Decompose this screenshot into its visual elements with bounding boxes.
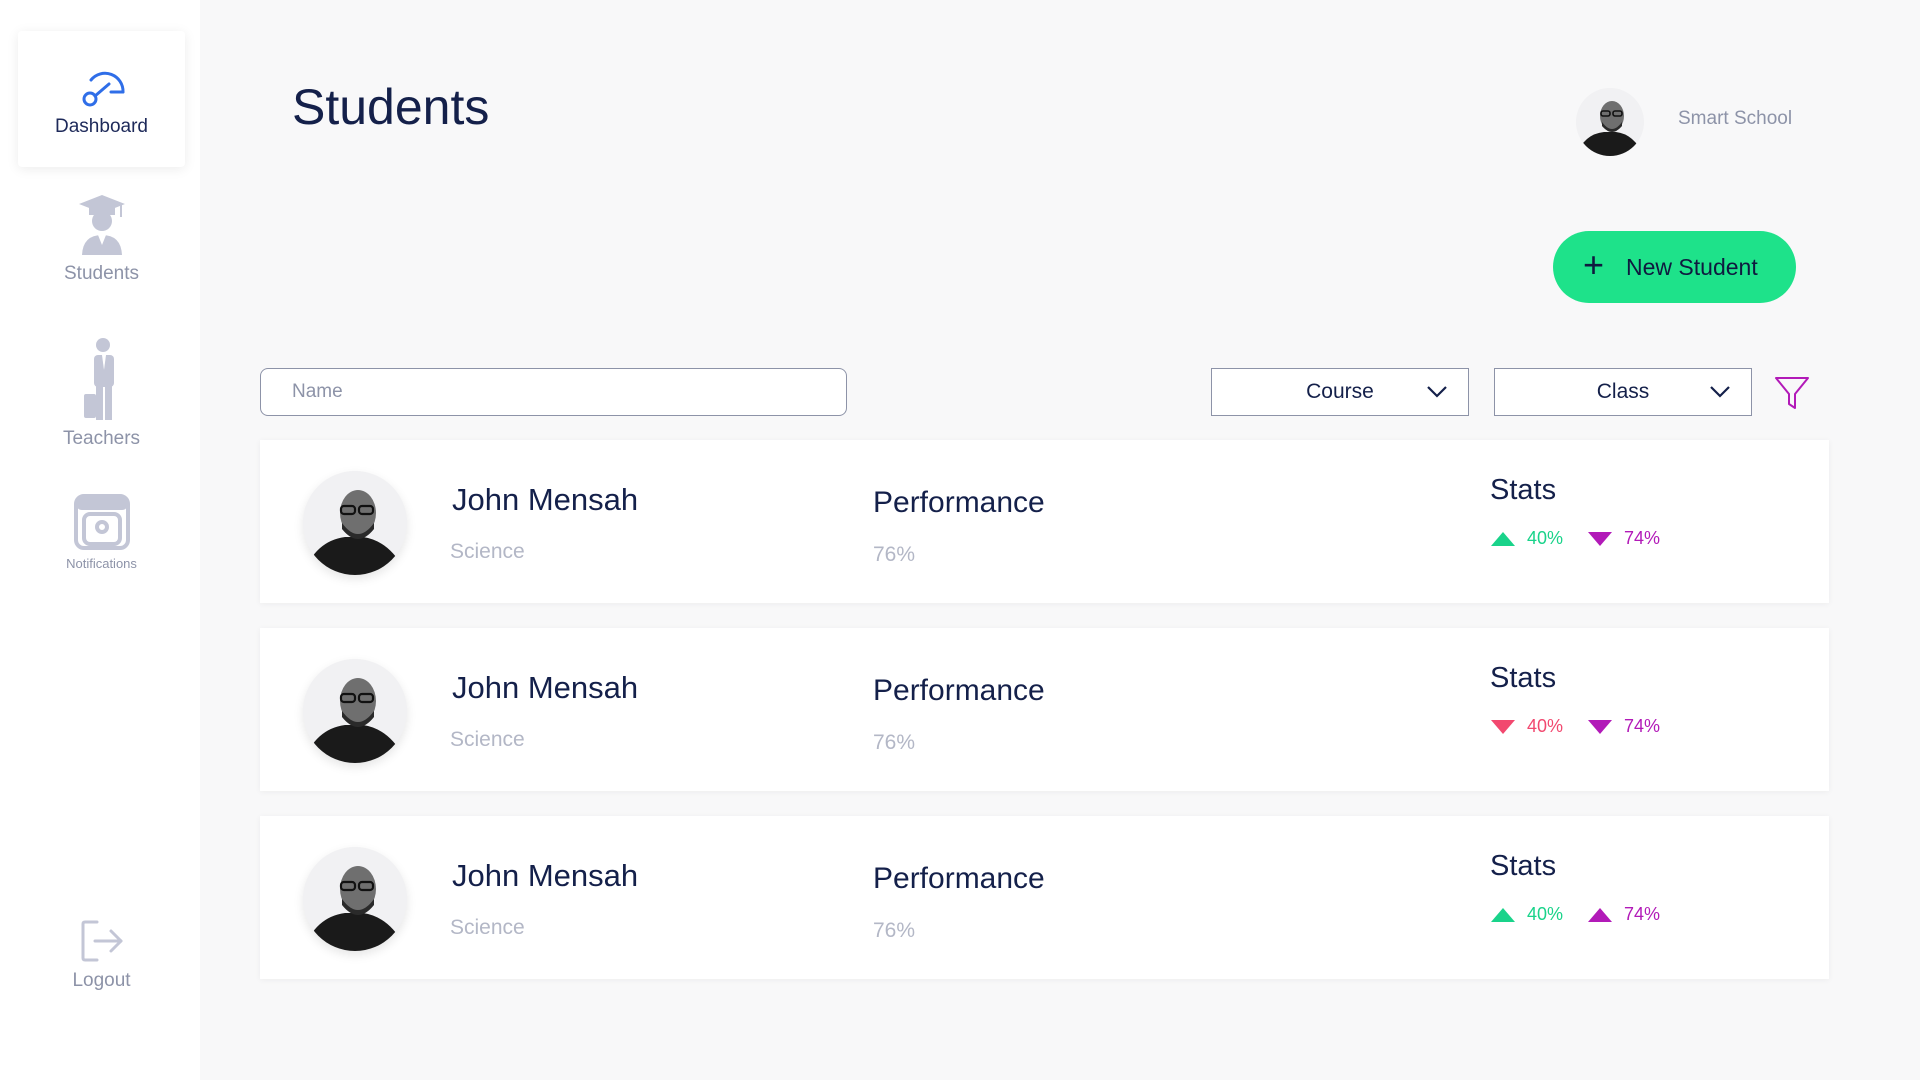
performance-value: 76%	[873, 543, 916, 566]
student-card[interactable]: John Mensah Science Performance 76% Stat…	[260, 440, 1829, 603]
school-name: Smart School	[1678, 108, 1793, 129]
student-course: Science	[450, 916, 525, 939]
student-card[interactable]: John Mensah Science Performance 76% Stat…	[260, 816, 1829, 979]
student-card[interactable]: John Mensah Science Performance 76% Stat…	[260, 628, 1829, 791]
triangle-up-icon	[1588, 907, 1612, 922]
stat-item: 40%	[1491, 716, 1563, 737]
user-avatar-icon	[303, 659, 407, 763]
sidebar-item-label: Teachers	[62, 428, 141, 449]
stats-label: Stats	[1490, 474, 1557, 506]
logout-button[interactable]: Logout	[18, 918, 185, 1018]
stats-label: Stats	[1490, 850, 1557, 882]
chevron-down-icon	[1710, 386, 1730, 398]
sidebar: Dashboard Students Teachers Notification…	[0, 0, 200, 1080]
performance-value: 76%	[873, 731, 916, 754]
stat-value: 40%	[1527, 904, 1564, 924]
filter-icon[interactable]	[1774, 375, 1810, 411]
sidebar-item-label: Students	[64, 263, 139, 284]
dashboard-gauge-icon	[82, 71, 125, 107]
chevron-down-icon	[1427, 386, 1447, 398]
stat-value: 40%	[1527, 716, 1564, 736]
user-avatar-icon	[1576, 88, 1644, 156]
teacher-icon	[83, 338, 114, 420]
triangle-down-icon	[1588, 719, 1612, 734]
sidebar-item-dashboard[interactable]: Dashboard	[18, 31, 185, 167]
stat-item: 74%	[1588, 528, 1660, 549]
graduate-student-icon	[78, 195, 125, 255]
class-select[interactable]: Class	[1494, 368, 1752, 416]
stat-item: 74%	[1588, 904, 1660, 925]
sidebar-item-label: Notifications	[66, 556, 137, 571]
notification-icon	[73, 494, 130, 550]
avatar[interactable]	[1576, 88, 1644, 156]
performance-label: Performance	[873, 674, 1045, 707]
logout-icon	[81, 920, 122, 962]
performance-label: Performance	[873, 486, 1045, 519]
user-avatar-icon	[303, 471, 407, 575]
triangle-up-icon	[1491, 531, 1515, 546]
triangle-down-icon	[1491, 719, 1515, 734]
sidebar-item-label: Dashboard	[55, 116, 148, 137]
sidebar-item-notifications[interactable]: Notifications	[18, 492, 185, 582]
stat-item: 40%	[1491, 528, 1563, 549]
new-student-label: New Student	[1626, 253, 1758, 280]
student-name: John Mensah	[452, 670, 639, 705]
triangle-up-icon	[1491, 907, 1515, 922]
user-avatar-icon	[303, 847, 407, 951]
class-select-label: Class	[1596, 380, 1650, 403]
performance-label: Performance	[873, 862, 1045, 895]
page-title: Students	[292, 79, 490, 135]
plus-icon: +	[1583, 244, 1605, 285]
student-course: Science	[450, 728, 525, 751]
avatar	[303, 847, 407, 951]
stat-value: 74%	[1624, 716, 1661, 736]
avatar	[303, 471, 407, 575]
student-name: John Mensah	[452, 482, 639, 517]
stat-value: 40%	[1527, 528, 1564, 548]
course-select-label: Course	[1306, 380, 1374, 403]
sidebar-item-teachers[interactable]: Teachers	[18, 338, 185, 453]
triangle-down-icon	[1588, 531, 1612, 546]
logout-label: Logout	[72, 970, 131, 991]
student-name: John Mensah	[452, 858, 639, 893]
sidebar-item-students[interactable]: Students	[18, 193, 185, 298]
stat-item: 74%	[1588, 716, 1660, 737]
stat-item: 40%	[1491, 904, 1563, 925]
stat-value: 74%	[1624, 528, 1661, 548]
new-student-button[interactable]: + New Student	[1553, 231, 1796, 303]
stats-label: Stats	[1490, 662, 1557, 694]
performance-value: 76%	[873, 919, 916, 942]
course-select[interactable]: Course	[1211, 368, 1469, 416]
stat-value: 74%	[1624, 904, 1661, 924]
name-search-input[interactable]	[260, 368, 847, 416]
avatar	[303, 659, 407, 763]
student-course: Science	[450, 540, 525, 563]
